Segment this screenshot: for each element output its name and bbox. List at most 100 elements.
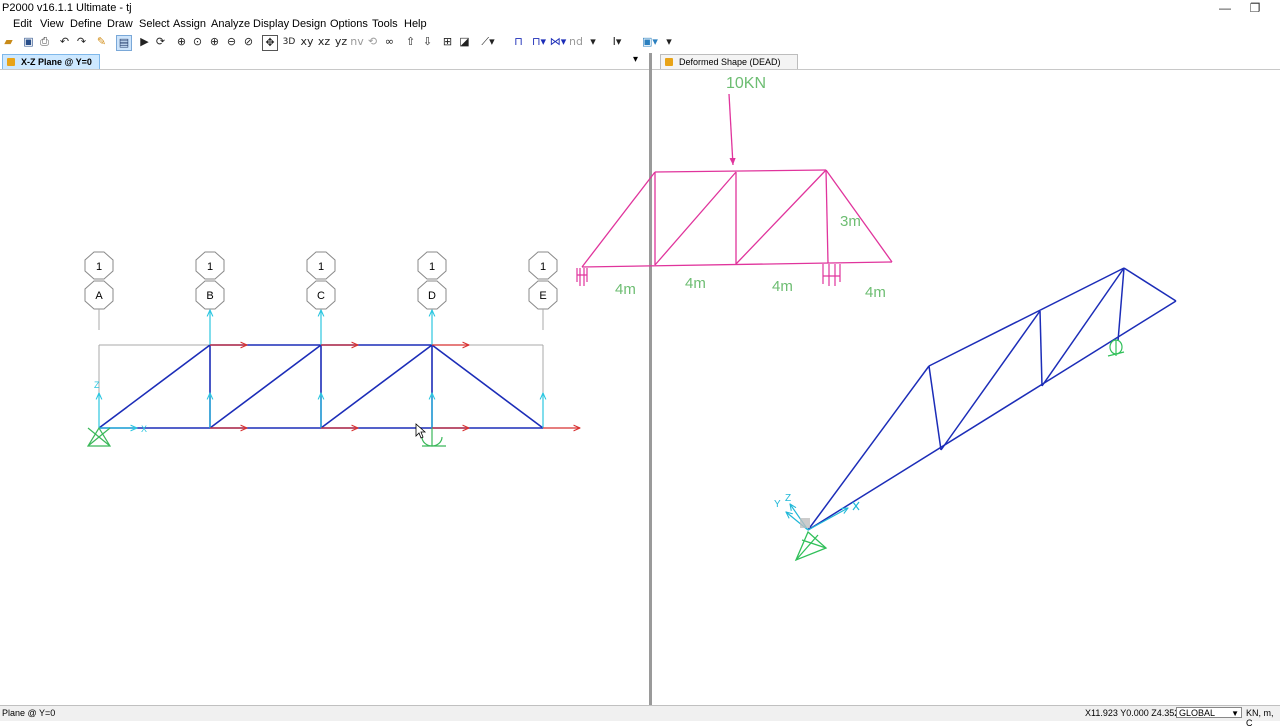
pan-icon[interactable]: ✥	[262, 35, 278, 51]
diagonal	[98, 344, 211, 429]
chevron-down-icon: ▼	[1231, 709, 1239, 718]
tab-dropdown-icon[interactable]: ▾	[633, 54, 638, 65]
grid-label-bottom: C	[317, 290, 325, 302]
deformed-frames[interactable]	[807, 267, 1177, 531]
window-title: P2000 v16.1.1 Ultimate - tj	[2, 2, 132, 14]
draw-shell-icon[interactable]: ⋈▾	[548, 35, 568, 49]
load-annotation: 10KN	[726, 75, 766, 92]
menu-assign[interactable]: Assign	[173, 18, 206, 30]
view-nv-icon[interactable]: nv	[350, 35, 364, 49]
undo-icon[interactable]: ↶	[58, 35, 71, 49]
axis-label-z: Z	[785, 493, 791, 504]
grid-bubble-b[interactable]: 1 B	[195, 251, 225, 310]
grid-label-bottom: D	[428, 290, 436, 302]
new-model-icon[interactable]: ▰	[2, 35, 15, 49]
menu-view[interactable]: View	[40, 18, 64, 30]
menu-options[interactable]: Options	[330, 18, 368, 30]
menu-define[interactable]: Define	[70, 18, 102, 30]
lock-model-icon[interactable]: ▤	[116, 35, 132, 51]
grid-label-bottom: A	[95, 290, 103, 302]
grid-bubble-e[interactable]: 1 E	[528, 251, 558, 310]
grid-bubble-c[interactable]: 1 C	[306, 251, 336, 310]
menu-display[interactable]: Display	[253, 18, 289, 30]
rubber-band-icon[interactable]: ∞	[383, 35, 396, 49]
set-display-icon[interactable]: ⊞	[441, 35, 454, 49]
grid-bubble-d[interactable]: 1 D	[417, 251, 447, 310]
grid-label-bottom: B	[206, 290, 213, 302]
move-down-icon[interactable]: ⇩	[421, 35, 434, 49]
show-dropdown-icon[interactable]: ▣▾	[638, 35, 662, 49]
axis-label-z: Z	[94, 380, 100, 390]
more-tools-dropdown-icon[interactable]: ▾	[588, 35, 598, 49]
menu-help[interactable]: Help	[404, 18, 427, 30]
menu-tools[interactable]: Tools	[372, 18, 398, 30]
span-annotation: 4m	[615, 281, 636, 298]
grid-label-top: 1	[96, 261, 102, 273]
run-analysis-icon[interactable]: ▶	[138, 35, 151, 49]
zoom-in-icon[interactable]: ⊕	[208, 35, 221, 49]
restore-button[interactable]: ❐	[1240, 0, 1270, 16]
zoom-window-icon[interactable]: ⊕	[175, 35, 188, 49]
zoom-out-icon[interactable]: ⊖	[225, 35, 238, 49]
grid-label-top: 1	[207, 261, 213, 273]
print-icon[interactable]: ⎙	[38, 35, 51, 49]
title-bar: P2000 v16.1.1 Ultimate - tj — ❐	[0, 0, 1280, 16]
toolbar-overflow-icon[interactable]: ▾	[664, 35, 674, 49]
diagonal	[320, 344, 433, 429]
section-dropdown-icon[interactable]: I▾	[607, 35, 627, 49]
refresh-icon[interactable]: ⟳	[154, 35, 167, 49]
view-xz-icon[interactable]: xz	[317, 35, 331, 49]
redo-icon[interactable]: ↷	[75, 35, 88, 49]
draw-frame-icon[interactable]: ⊓	[512, 35, 525, 49]
menu-design[interactable]: Design	[292, 18, 326, 30]
status-view-name: Plane @ Y=0	[2, 708, 56, 718]
zoom-all-icon[interactable]: ⊘	[242, 35, 255, 49]
height-annotation: 3m	[840, 213, 861, 230]
menu-select[interactable]: Select	[139, 18, 170, 30]
draw-frame-dropdown-icon[interactable]: ⊓▾	[530, 35, 548, 49]
pin-icon	[665, 58, 673, 66]
sketch-truss	[581, 93, 893, 268]
save-icon[interactable]: ▣	[22, 35, 35, 49]
display-options-icon[interactable]: ◪	[458, 35, 471, 49]
edit-pencil-icon[interactable]: ✎	[95, 35, 108, 49]
view-yz-icon[interactable]: yz	[334, 35, 348, 49]
pin-support-icon[interactable]	[86, 426, 112, 447]
global-axes	[786, 501, 860, 531]
status-bar: Plane @ Y=0 X11.923 Y0.000 Z4.352 GLOBAL…	[0, 705, 1280, 728]
xz-plane-view[interactable]: 1 A 1 B 1 C 1 D 1 E Z X	[0, 70, 649, 705]
coordinate-system-value: GLOBAL	[1179, 708, 1216, 718]
units-selector[interactable]: KN, m, C	[1246, 708, 1280, 728]
grid-label-top: 1	[318, 261, 324, 273]
tab-deformed-shape[interactable]: Deformed Shape (DEAD)	[660, 54, 798, 69]
assign-dropdown-icon[interactable]: ⟋▾	[478, 35, 498, 49]
perspective-icon[interactable]: ⟲	[366, 35, 379, 49]
view-xy-icon[interactable]: xy	[300, 35, 314, 49]
axis-label-y: Y	[774, 499, 781, 510]
grid-label-bottom: E	[539, 290, 546, 302]
pin-support-3d-icon[interactable]	[794, 530, 828, 562]
grid-label-top: 1	[540, 261, 546, 273]
toolbar: ▰ ▣ ⎙ ↶ ↷ ✎ ▤ ▶ ⟳ ⊕ ⊙ ⊕ ⊖ ⊘ ✥ 3D xy xz y…	[0, 32, 1280, 52]
menu-draw[interactable]: Draw	[107, 18, 133, 30]
grid-bubbles: 1 A 1 B 1 C 1 D 1 E	[84, 251, 558, 310]
3d-view-icon[interactable]: 3D	[282, 35, 296, 49]
left-tab-row: X-Z Plane @ Y=0 ▾	[0, 53, 649, 70]
pin-icon	[7, 58, 15, 66]
cursor-coordinates: X11.923 Y0.000 Z4.352	[1085, 708, 1180, 718]
minimize-button[interactable]: —	[1210, 0, 1240, 16]
span-annotation: 4m	[685, 275, 706, 292]
zoom-restore-icon[interactable]: ⊙	[191, 35, 204, 49]
tab-xz-plane[interactable]: X-Z Plane @ Y=0	[2, 54, 100, 69]
roller-support-icon[interactable]	[421, 428, 446, 447]
deformed-truss-3d[interactable]: Y Z	[760, 255, 1190, 565]
menu-analyze[interactable]: Analyze	[211, 18, 250, 30]
move-up-icon[interactable]: ⇧	[404, 35, 417, 49]
tab-deformed-shape-label: Deformed Shape (DEAD)	[679, 57, 781, 67]
grid-bubble-a[interactable]: 1 A	[84, 251, 114, 310]
label-nd-icon[interactable]: nd	[569, 35, 583, 49]
coordinate-system-select[interactable]: GLOBAL ▼	[1176, 707, 1242, 718]
axis-label-x: X	[141, 424, 147, 434]
diagonal	[431, 344, 544, 429]
menu-edit[interactable]: Edit	[13, 18, 32, 30]
